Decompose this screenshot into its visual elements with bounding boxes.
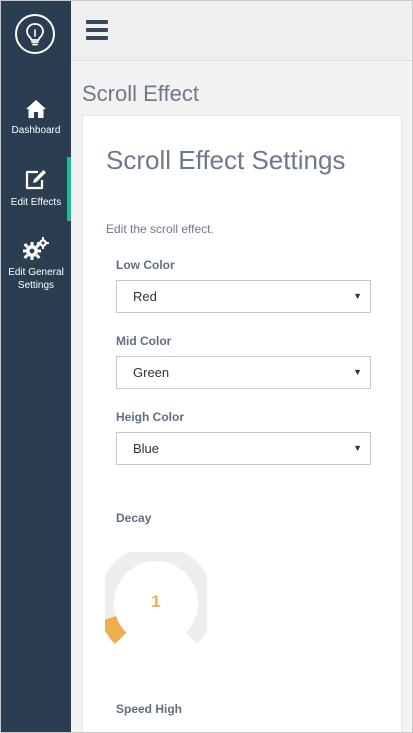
high-color-value: Blue (133, 441, 160, 456)
low-color-label: Low Color (116, 258, 175, 272)
settings-card: Scroll Effect Settings Edit the scroll e… (82, 115, 402, 732)
low-color-select[interactable]: Red ▼ (116, 280, 371, 313)
low-color-value: Red (133, 289, 157, 304)
sidebar-item-label: Edit Effects (10, 197, 62, 208)
page-title: Scroll Effect (82, 81, 199, 106)
sidebar-item-label: Edit General Settings (8, 267, 64, 291)
cogs-icon (23, 237, 49, 260)
decay-knob-fill (100, 615, 127, 645)
hamburger-icon[interactable] (86, 20, 108, 40)
active-indicator (67, 157, 71, 221)
chevron-down-icon: ▼ (353, 443, 362, 453)
speed-high-label: Speed High (116, 702, 183, 716)
sidebar: Dashboard Edit Effects Edit General Sett… (1, 1, 71, 732)
edit-icon (25, 170, 46, 190)
mid-color-select[interactable]: Green ▼ (116, 356, 371, 389)
home-icon (26, 100, 46, 118)
high-color-select[interactable]: Blue ▼ (116, 432, 371, 465)
mid-color-value: Green (133, 365, 170, 380)
decay-value: 1 (151, 592, 161, 611)
chevron-down-icon: ▼ (353, 291, 362, 301)
decay-label: Decay (116, 511, 152, 525)
card-description: Edit the scroll effect. (106, 222, 214, 236)
topbar (71, 1, 412, 61)
app-frame: Dashboard Edit Effects Edit General Sett… (0, 0, 413, 733)
mid-color-label: Mid Color (116, 334, 172, 348)
sidebar-item-dashboard[interactable]: Dashboard (1, 99, 71, 137)
sidebar-item-edit-general-settings[interactable]: Edit General Settings (1, 237, 71, 292)
decay-knob[interactable]: 1 (98, 545, 214, 645)
chevron-down-icon: ▼ (353, 367, 362, 377)
lightbulb-icon[interactable] (15, 14, 55, 54)
high-color-label: Heigh Color (116, 410, 184, 424)
card-title: Scroll Effect Settings (106, 145, 346, 175)
sidebar-item-label: Dashboard (11, 125, 61, 136)
sidebar-item-edit-effects[interactable]: Edit Effects (1, 169, 71, 209)
